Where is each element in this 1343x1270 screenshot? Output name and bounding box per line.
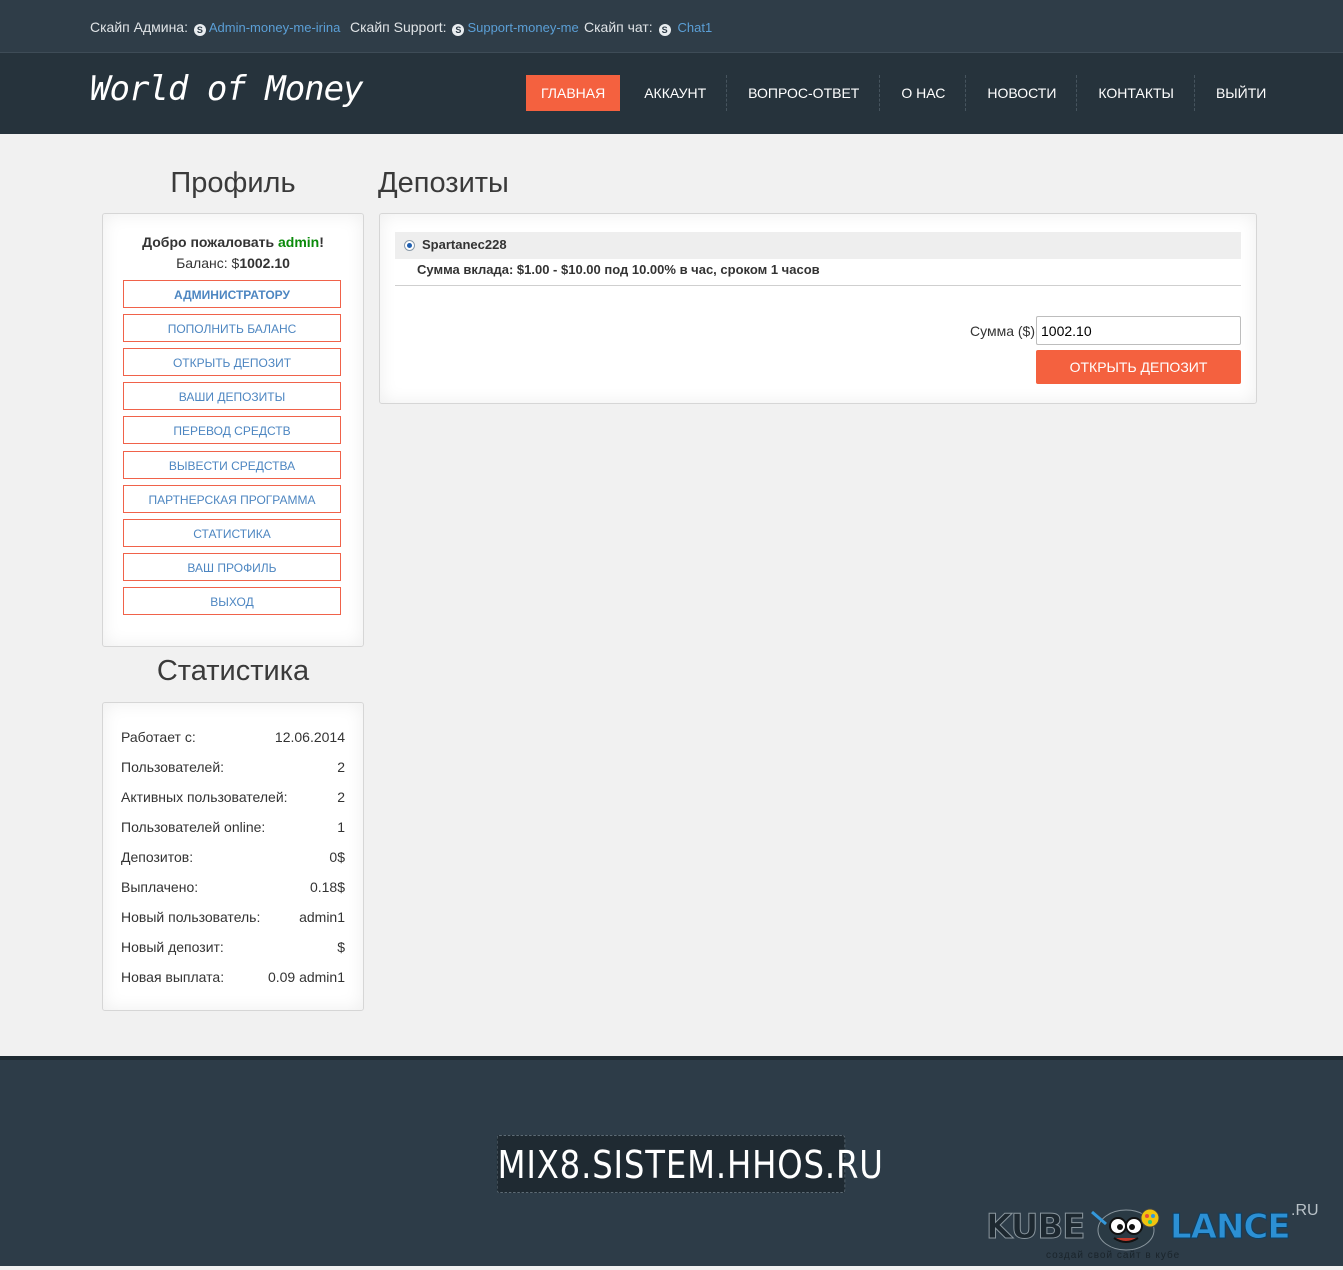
site-footer: MIX8.SISTEM.HHOS.RU KUBE LANCE .RU созда… xyxy=(0,1056,1343,1266)
watermark-tagline: создай свой сайт в кубе xyxy=(1046,1250,1181,1261)
stat-key: Новый депозит: xyxy=(121,939,224,955)
skype-admin-link[interactable]: Admin-money-me-irina xyxy=(209,20,340,35)
watermark-ru: .RU xyxy=(1291,1202,1319,1219)
profile-panel: Добро пожаловать admin! Баланс: $1002.10… xyxy=(102,213,364,647)
stat-key: Выплачено: xyxy=(121,879,199,895)
menu-exit-button[interactable]: ВЫХОД xyxy=(123,587,341,615)
nav-home[interactable]: ГЛАВНАЯ xyxy=(526,75,621,111)
watermark-kube: KUBE xyxy=(986,1207,1086,1248)
menu-profile-button[interactable]: ВАШ ПРОФИЛЬ xyxy=(123,553,341,581)
open-deposit-button[interactable]: ОТКРЫТЬ ДЕПОЗИТ xyxy=(1036,350,1241,384)
stat-value: $ xyxy=(337,939,345,955)
stat-value: 2 xyxy=(337,789,345,805)
watermark-lance: LANCE xyxy=(1170,1207,1292,1248)
skype-admin-label: Скайп Админа: xyxy=(90,19,188,35)
sum-input[interactable] xyxy=(1036,316,1241,345)
skype-support: Скайп Support: S Support-money-me xyxy=(350,19,579,36)
welcome-suffix: ! xyxy=(319,234,324,250)
stat-value: 1 xyxy=(337,819,345,835)
stat-key: Активных пользователей: xyxy=(121,789,288,805)
skype-admin: Скайп Админа: S Admin-money-me-irina xyxy=(90,19,340,36)
menu-admin-button[interactable]: АДМИНИСТРАТОРУ xyxy=(123,280,341,308)
balance: Баланс: $1002.10 xyxy=(103,255,363,271)
menu-transfer-button[interactable]: ПЕРЕВОД СРЕДСТВ xyxy=(123,416,341,444)
balance-value: 1002.10 xyxy=(239,255,290,271)
deposit-plan-option[interactable]: Spartanec228 xyxy=(395,232,1241,259)
menu-open-deposit-button[interactable]: ОТКРЫТЬ ДЕПОЗИТ xyxy=(123,348,341,376)
nav-contacts[interactable]: КОНТАКТЫ xyxy=(1078,75,1194,111)
stat-key: Депозитов: xyxy=(121,849,194,865)
nav-account[interactable]: АККАУНТ xyxy=(624,75,726,111)
stat-value: 12.06.2014 xyxy=(274,729,345,745)
skype-chat-label: Скайп чат: xyxy=(584,19,653,35)
stat-key: Новый пользователь: xyxy=(121,909,261,925)
top-bar: Скайп Админа: S Admin-money-me-irina Скай… xyxy=(0,0,1343,53)
skype-icon: S xyxy=(193,24,206,36)
deposits-panel: Spartanec228 Сумма вклада: $1.00 - $10.0… xyxy=(379,213,1257,404)
plan-description: Сумма вклада: $1.00 - $10.00 под 10.00% … xyxy=(417,262,820,277)
stat-key: Работает с: xyxy=(121,729,196,745)
menu-your-deposits-button[interactable]: ВАШИ ДЕПОЗИТЫ xyxy=(123,382,341,410)
divider xyxy=(395,285,1241,286)
stat-key: Пользователей: xyxy=(121,759,225,775)
profile-title: Профиль xyxy=(170,167,296,199)
stat-value: 0$ xyxy=(329,849,345,865)
username: admin xyxy=(277,234,320,250)
sum-label: Сумма ($): xyxy=(970,323,1039,339)
nav-about[interactable]: О НАС xyxy=(881,75,965,111)
nav-logout[interactable]: ВЫЙТИ xyxy=(1196,75,1286,111)
stat-value: 2 xyxy=(337,759,345,775)
kubelance-watermark: KUBE LANCE .RU создай свой сайт в кубе xyxy=(986,1202,1326,1270)
skype-chat-link[interactable]: Chat1 xyxy=(677,20,712,35)
site-logo[interactable]: World of Money xyxy=(90,69,364,109)
skype-support-link[interactable]: Support-money-me xyxy=(467,20,578,35)
stat-value: 0.09 admin1 xyxy=(267,969,345,985)
mascot-icon xyxy=(1091,1208,1160,1251)
plan-name: Spartanec228 xyxy=(422,237,507,252)
menu-statistics-button[interactable]: СТАТИСТИКА xyxy=(123,519,341,547)
deposits-title: Депозиты xyxy=(378,167,509,199)
skype-chat: Скайп чат: S Chat1 xyxy=(584,19,712,36)
domain-banner: MIX8.SISTEM.HHOS.RU xyxy=(496,1135,883,1193)
stats-panel: Работает с: 12.06.2014 Пользователей: 2 Ак… xyxy=(102,702,364,1011)
menu-partner-button[interactable]: ПАРТНЕРСКАЯ ПРОГРАММА xyxy=(123,485,341,513)
skype-support-label: Скайп Support: xyxy=(350,19,447,35)
skype-icon: S xyxy=(658,24,671,36)
stat-value: admin1 xyxy=(299,909,345,925)
nav-news[interactable]: НОВОСТИ xyxy=(967,75,1076,111)
radio-selected-icon[interactable] xyxy=(404,240,415,251)
stat-key: Новая выплата: xyxy=(121,969,225,985)
main-nav: ГЛАВНАЯ АККАУНТ ВОПРОС-ОТВЕТ О НАС НОВОС… xyxy=(526,75,1286,111)
stat-value: 0.18$ xyxy=(309,879,345,895)
stat-key: Пользователей online: xyxy=(121,819,266,835)
welcome-text: Добро пожаловать admin! xyxy=(103,234,363,250)
balance-label: Баланс: $ xyxy=(176,255,240,271)
menu-topup-button[interactable]: ПОПОЛНИТЬ БАЛАНС xyxy=(123,314,341,342)
menu-withdraw-button[interactable]: ВЫВЕСТИ СРЕДСТВА xyxy=(123,451,341,479)
site-header: World of Money ГЛАВНАЯ АККАУНТ ВОПРОС-ОТ… xyxy=(0,53,1343,134)
skype-icon: S xyxy=(452,24,465,36)
nav-faq[interactable]: ВОПРОС-ОТВЕТ xyxy=(728,75,879,111)
stats-title: Статистика xyxy=(156,655,310,687)
welcome-prefix: Добро пожаловать xyxy=(142,234,275,250)
